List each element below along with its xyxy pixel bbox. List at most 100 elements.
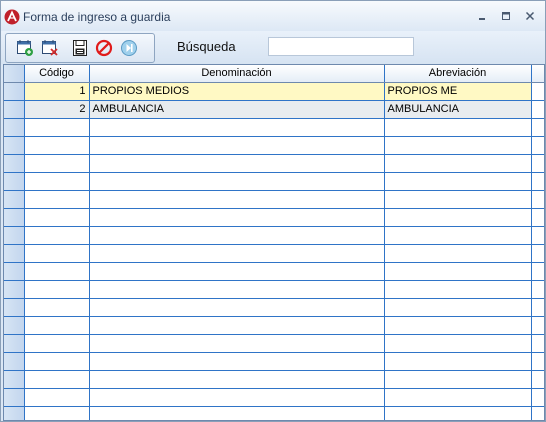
empty-cell[interactable]	[384, 118, 532, 137]
empty-cell[interactable]	[384, 406, 532, 420]
empty-cell[interactable]	[89, 190, 385, 209]
row-header[interactable]	[4, 82, 25, 101]
next-button[interactable]	[119, 38, 139, 58]
empty-cell[interactable]	[24, 244, 90, 263]
empty-row[interactable]	[4, 118, 544, 137]
table-row[interactable]: 1 PROPIOS MEDIOS PROPIOS ME	[4, 82, 544, 101]
row-header[interactable]	[4, 388, 25, 407]
empty-cell[interactable]	[384, 352, 532, 371]
row-header[interactable]	[4, 370, 25, 389]
row-header[interactable]	[4, 136, 25, 155]
cell-denominacion[interactable]: AMBULANCIA	[89, 100, 385, 119]
row-header[interactable]	[4, 298, 25, 317]
empty-row[interactable]	[4, 136, 544, 155]
empty-cell[interactable]	[24, 316, 90, 335]
empty-cell[interactable]	[24, 334, 90, 353]
row-header[interactable]	[4, 352, 25, 371]
empty-cell[interactable]	[384, 334, 532, 353]
empty-cell[interactable]	[384, 280, 532, 299]
empty-cell[interactable]	[24, 280, 90, 299]
row-header[interactable]	[4, 118, 25, 137]
empty-row[interactable]	[4, 352, 544, 371]
cancel-button[interactable]	[94, 38, 114, 58]
empty-cell[interactable]	[384, 316, 532, 335]
empty-cell[interactable]	[89, 388, 385, 407]
empty-cell[interactable]	[89, 136, 385, 155]
cell-abreviacion[interactable]: AMBULANCIA	[384, 100, 532, 119]
minimize-button[interactable]	[471, 7, 493, 25]
empty-cell[interactable]	[89, 244, 385, 263]
row-header[interactable]	[4, 208, 25, 227]
empty-cell[interactable]	[384, 172, 532, 191]
empty-cell[interactable]	[24, 136, 90, 155]
empty-row[interactable]	[4, 334, 544, 353]
empty-cell[interactable]	[89, 370, 385, 389]
row-header[interactable]	[4, 406, 25, 420]
row-header[interactable]	[4, 190, 25, 209]
empty-cell[interactable]	[89, 118, 385, 137]
cell-denominacion[interactable]: PROPIOS MEDIOS	[89, 82, 385, 101]
empty-cell[interactable]	[89, 226, 385, 245]
row-header[interactable]	[4, 334, 25, 353]
empty-cell[interactable]	[89, 334, 385, 353]
empty-cell[interactable]	[384, 244, 532, 263]
empty-cell[interactable]	[24, 118, 90, 137]
new-record-button[interactable]	[15, 38, 35, 58]
empty-row[interactable]	[4, 316, 544, 335]
empty-cell[interactable]	[384, 262, 532, 281]
data-grid[interactable]: Código Denominación Abreviación 1 PROPIO…	[3, 64, 545, 421]
row-header[interactable]	[4, 244, 25, 263]
empty-cell[interactable]	[24, 370, 90, 389]
empty-row[interactable]	[4, 298, 544, 317]
empty-row[interactable]	[4, 406, 544, 420]
empty-cell[interactable]	[384, 136, 532, 155]
column-header-denominacion[interactable]: Denominación	[89, 65, 385, 83]
empty-row[interactable]	[4, 154, 544, 173]
empty-cell[interactable]	[24, 298, 90, 317]
empty-cell[interactable]	[89, 316, 385, 335]
empty-row[interactable]	[4, 172, 544, 191]
empty-cell[interactable]	[384, 298, 532, 317]
empty-row[interactable]	[4, 280, 544, 299]
empty-cell[interactable]	[89, 352, 385, 371]
empty-cell[interactable]	[384, 154, 532, 173]
empty-row[interactable]	[4, 190, 544, 209]
row-header[interactable]	[4, 316, 25, 335]
empty-cell[interactable]	[89, 262, 385, 281]
empty-row[interactable]	[4, 226, 544, 245]
column-header-abreviacion[interactable]: Abreviación	[384, 65, 532, 83]
empty-cell[interactable]	[384, 226, 532, 245]
empty-row[interactable]	[4, 262, 544, 281]
empty-cell[interactable]	[24, 388, 90, 407]
empty-cell[interactable]	[24, 154, 90, 173]
empty-cell[interactable]	[89, 208, 385, 227]
cell-codigo[interactable]: 1	[24, 82, 90, 101]
empty-cell[interactable]	[384, 190, 532, 209]
empty-cell[interactable]	[89, 298, 385, 317]
empty-cell[interactable]	[24, 352, 90, 371]
empty-cell[interactable]	[89, 280, 385, 299]
empty-cell[interactable]	[89, 172, 385, 191]
row-header[interactable]	[4, 100, 25, 119]
column-header-codigo[interactable]: Código	[24, 65, 90, 83]
empty-row[interactable]	[4, 208, 544, 227]
empty-cell[interactable]	[24, 190, 90, 209]
empty-cell[interactable]	[24, 208, 90, 227]
empty-cell[interactable]	[384, 208, 532, 227]
row-header[interactable]	[4, 280, 25, 299]
row-header[interactable]	[4, 262, 25, 281]
empty-cell[interactable]	[24, 262, 90, 281]
save-button[interactable]	[70, 38, 90, 58]
cell-abreviacion[interactable]: PROPIOS ME	[384, 82, 532, 101]
close-button[interactable]	[519, 7, 541, 25]
row-header[interactable]	[4, 172, 25, 191]
delete-record-button[interactable]	[40, 38, 60, 58]
empty-row[interactable]	[4, 244, 544, 263]
empty-cell[interactable]	[24, 172, 90, 191]
empty-cell[interactable]	[89, 154, 385, 173]
row-header[interactable]	[4, 154, 25, 173]
search-input[interactable]	[268, 37, 414, 56]
empty-cell[interactable]	[384, 388, 532, 407]
cell-codigo[interactable]: 2	[24, 100, 90, 119]
empty-cell[interactable]	[89, 406, 385, 420]
